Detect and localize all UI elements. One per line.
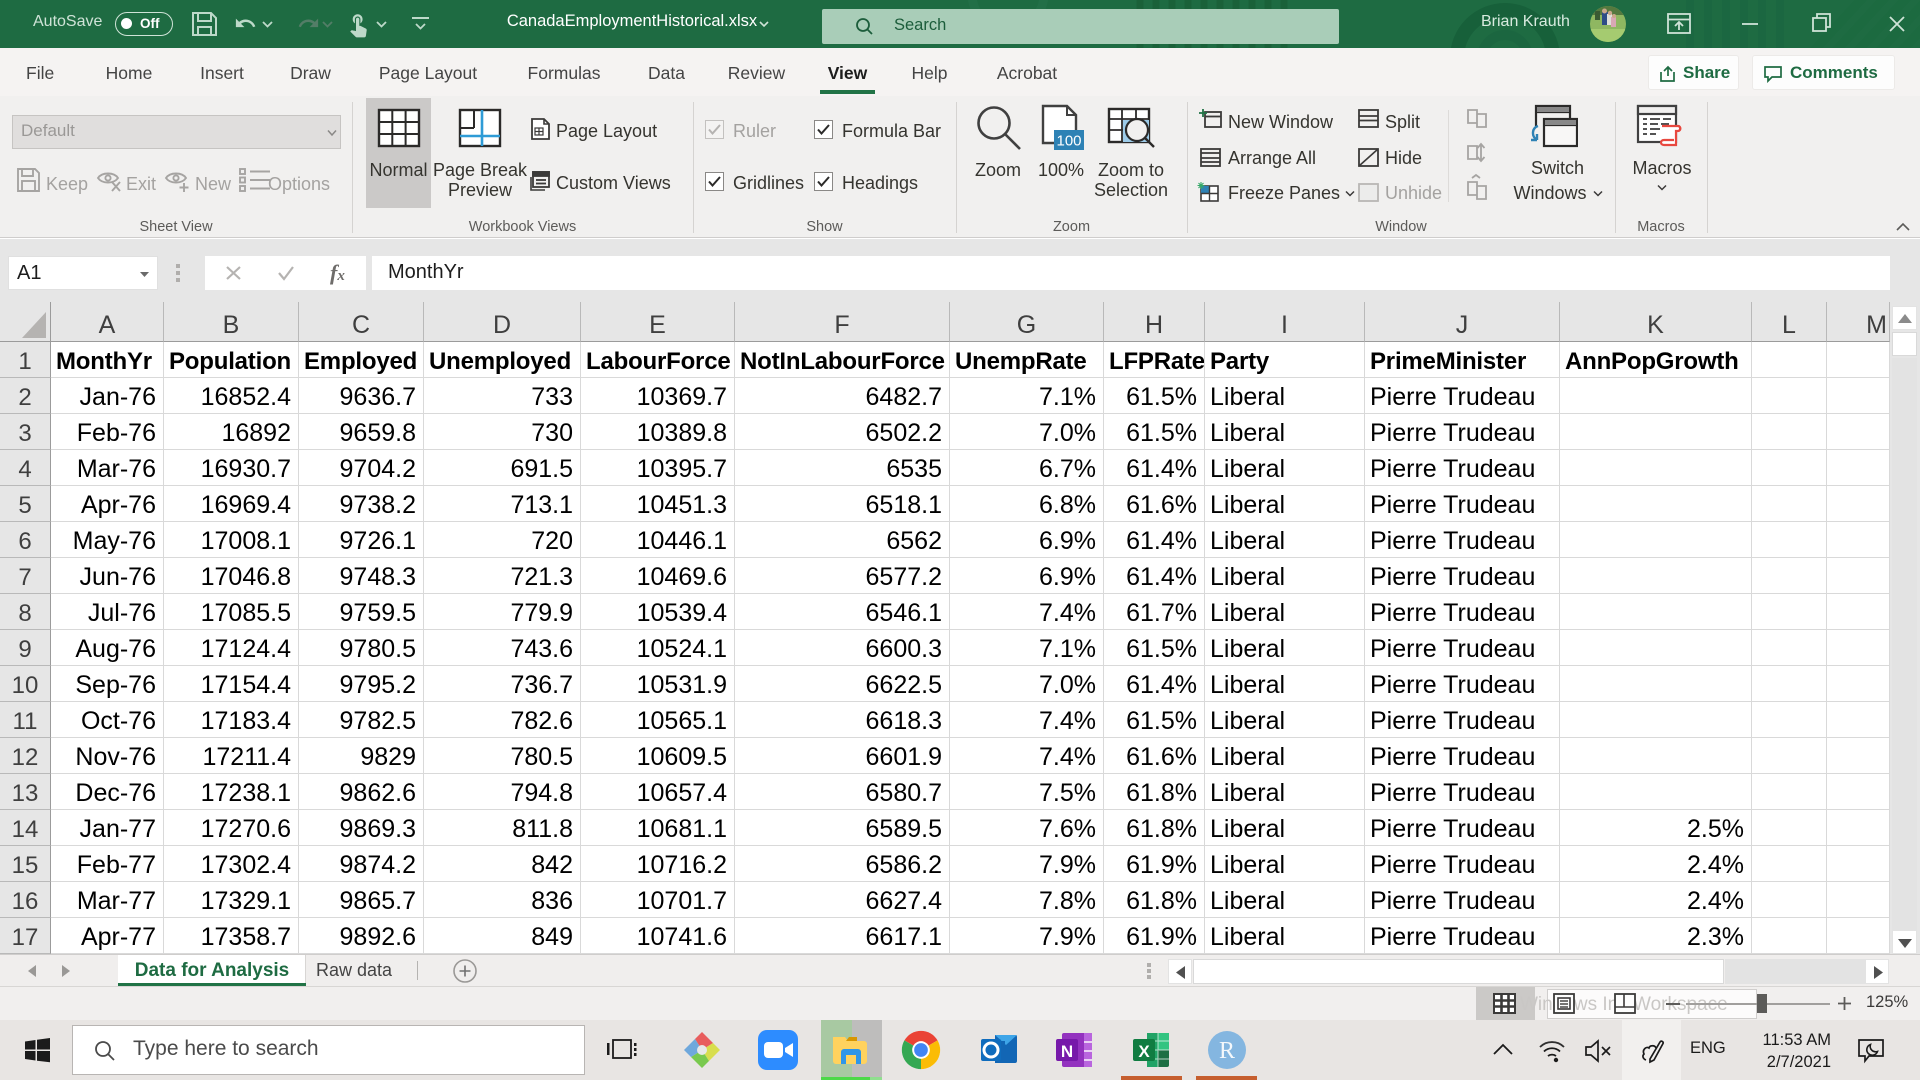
svg-text:X: X: [1138, 1042, 1150, 1061]
svg-text:100: 100: [1056, 133, 1081, 150]
svg-text:N: N: [1061, 1042, 1073, 1061]
svg-text:R: R: [1219, 1038, 1235, 1064]
